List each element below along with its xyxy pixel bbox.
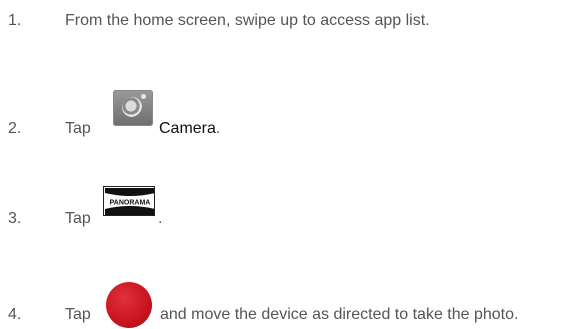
- camera-lens-graphic: [122, 97, 142, 117]
- step-3: 3. Tap PANORAMA .: [0, 184, 581, 234]
- step-text: From the home screen, swipe up to access…: [65, 12, 430, 29]
- step-period: .: [215, 120, 221, 137]
- step-tap-text: Tap: [65, 306, 91, 323]
- step-label: Camera.: [159, 120, 220, 138]
- step-tap-text: Tap: [65, 210, 91, 227]
- step-number: 2.: [8, 120, 22, 137]
- step-number: 1.: [8, 12, 22, 29]
- step-2: 2. Tap Camera.: [0, 88, 581, 138]
- step-number: 3.: [8, 210, 22, 227]
- step-period: .: [158, 210, 163, 227]
- step-4: 4. Tap and move the device as directed t…: [0, 282, 581, 328]
- shutter-button-icon: [106, 282, 152, 328]
- step-number: 4.: [8, 306, 22, 323]
- step-tap-text: Tap: [65, 120, 91, 137]
- camera-label: Camera: [159, 120, 216, 137]
- step-1: 1. From the home screen, swipe up to acc…: [0, 8, 581, 48]
- step-text: and move the device as directed to take …: [160, 306, 519, 323]
- camera-app-icon: [113, 90, 153, 126]
- panorama-mode-icon: PANORAMA: [103, 186, 155, 216]
- camera-flash-graphic: [141, 94, 146, 99]
- panorama-icon-text: PANORAMA: [110, 200, 151, 207]
